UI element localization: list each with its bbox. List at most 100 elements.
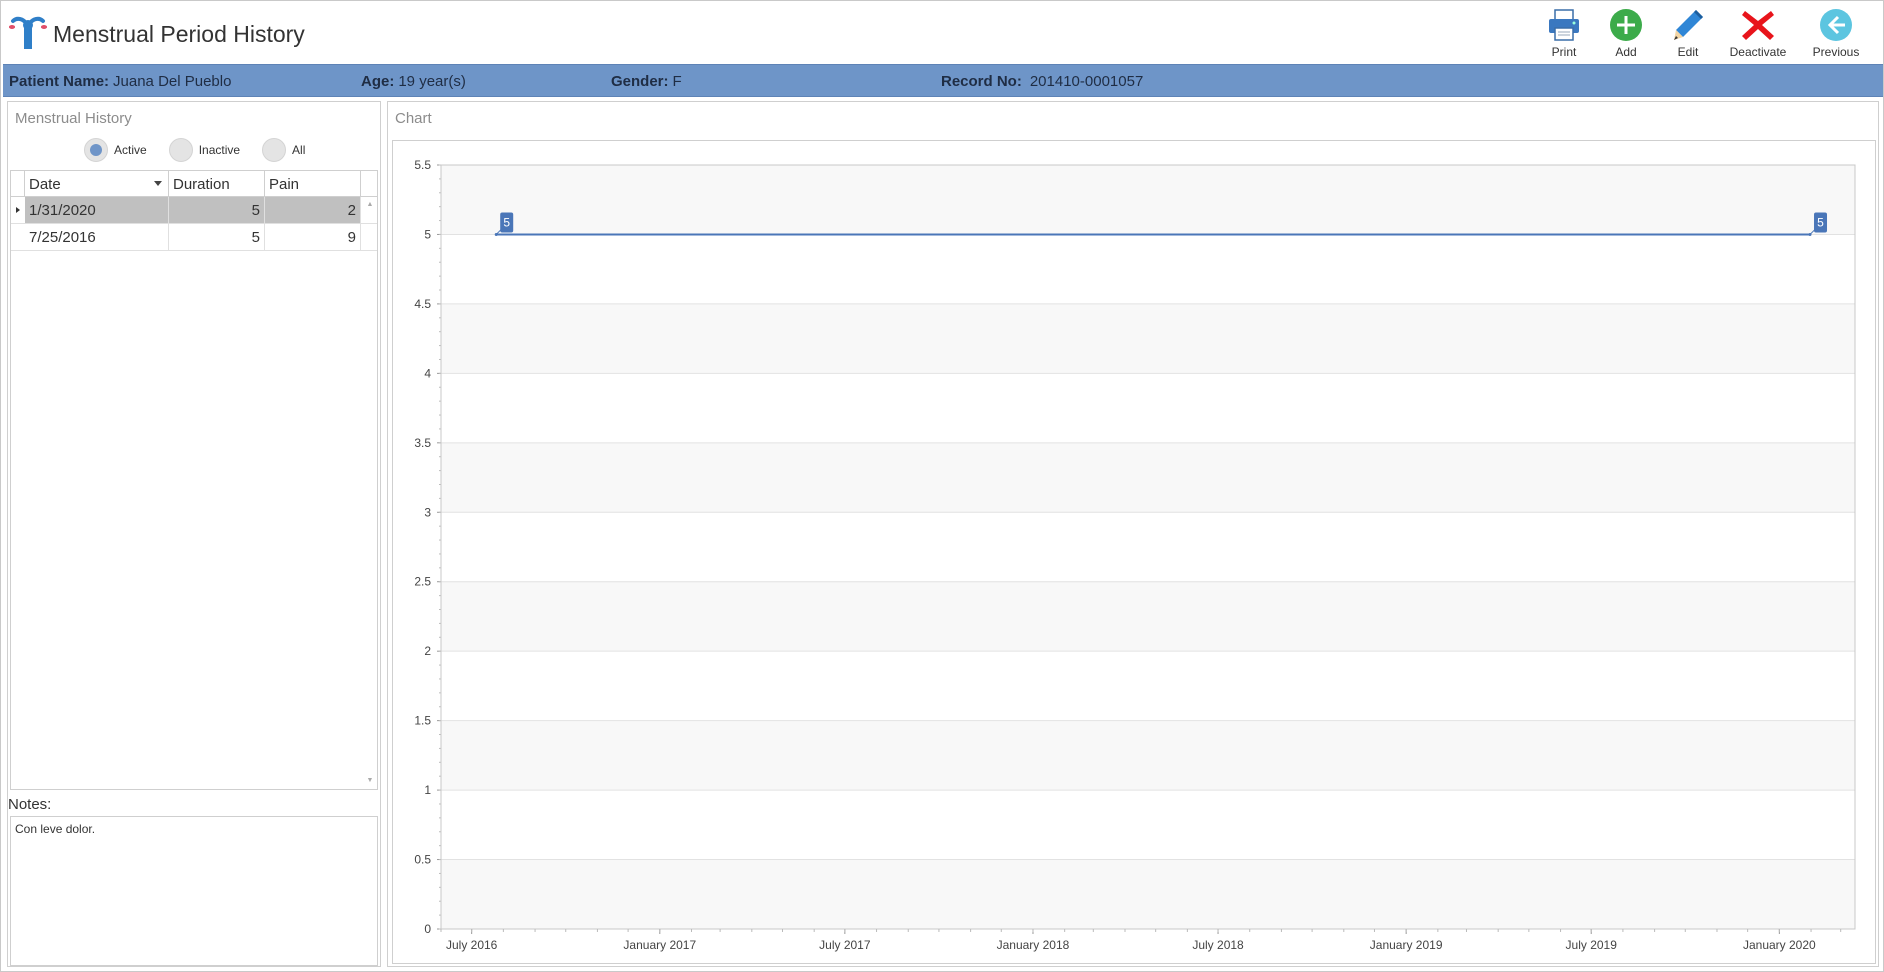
column-header-date-label: Date	[29, 176, 61, 193]
x-tick-label: January 2018	[997, 938, 1070, 952]
status-filter: Active Inactive All	[84, 138, 327, 162]
column-header-date[interactable]: Date	[25, 171, 169, 196]
cell-duration: 5	[169, 197, 265, 223]
y-tick-label: 3.5	[414, 436, 431, 450]
x-tick-label: January 2019	[1370, 938, 1443, 952]
chart-container: 0 0.5 1 1.5 2 2.5 3 3.5 4 4.5 5 5.5 July 2016 January…	[392, 140, 1876, 964]
deactivate-button[interactable]: Deactivate	[1719, 5, 1797, 61]
scroll-down-icon[interactable]: ▼	[365, 777, 375, 787]
print-button[interactable]: Print	[1533, 5, 1595, 61]
column-header-duration[interactable]: Duration	[169, 171, 265, 196]
plot-frame	[440, 164, 1856, 930]
patient-name-field: Patient Name: Juana Del Pueblo	[9, 73, 231, 90]
y-tick-label: 4.5	[414, 297, 431, 311]
pencil-icon	[1674, 10, 1703, 40]
filter-all-label: All	[292, 143, 306, 157]
patient-gender-value: F	[672, 73, 682, 90]
radio-selected-dot	[90, 144, 102, 156]
row-pointer-icon	[16, 207, 20, 213]
grid-band	[441, 165, 1855, 235]
y-tick-label: 1.5	[414, 714, 431, 728]
menstrual-history-title: Menstrual History	[15, 110, 132, 127]
scroll-up-icon[interactable]: ▲	[365, 201, 375, 211]
y-tick-label: 3	[424, 505, 431, 519]
radio-circle	[168, 138, 193, 162]
patient-age-label: Age:	[361, 73, 395, 90]
chart-panel: Chart 0 0.5 1 1.5 2 2.5 3 3.5 4 4.5 5 5.5 July 2016 J…	[387, 101, 1879, 967]
y-tick-label: 5.5	[414, 158, 431, 172]
grid-band	[441, 581, 1855, 652]
line-chart: 0 0.5 1 1.5 2 2.5 3 3.5 4 4.5 5 5.5 July 2016 January…	[414, 158, 1856, 952]
cell-date: 1/31/2020	[25, 197, 169, 223]
table-row[interactable]: 7/25/2016 5 9	[11, 224, 377, 251]
print-label: Print	[1551, 45, 1577, 59]
row-indicator-header	[11, 171, 25, 196]
table-header: Date Duration Pain	[11, 171, 377, 197]
grid-band	[441, 859, 1855, 929]
x-tick-label: July 2017	[819, 938, 871, 952]
back-arrow-icon	[1820, 9, 1852, 41]
record-number-label: Record No:	[941, 73, 1022, 90]
x-tick-label: July 2019	[1566, 938, 1618, 952]
notes-label: Notes:	[8, 796, 52, 813]
filter-inactive-label: Inactive	[198, 143, 241, 157]
y-tick-label: 4	[424, 366, 431, 380]
cell-pain: 2	[265, 197, 361, 223]
patient-name-value: Juana Del Pueblo	[113, 73, 232, 90]
row-indicator	[11, 197, 25, 223]
uterus-icon	[9, 16, 47, 49]
y-tick-label: 0.5	[414, 853, 431, 867]
x-tick-label: July 2016	[446, 938, 498, 952]
filter-all-radio[interactable]: All	[262, 138, 305, 162]
deactivate-label: Deactivate	[1729, 45, 1787, 59]
plus-circle-icon	[1610, 9, 1642, 41]
y-tick-label: 1	[424, 783, 431, 797]
notes-field[interactable]: Con leve dolor.	[10, 816, 378, 966]
filter-inactive-radio[interactable]: Inactive	[168, 138, 241, 162]
data-label: 5	[503, 215, 510, 229]
cell-pain: 9	[265, 224, 361, 250]
add-button[interactable]: Add	[1595, 5, 1657, 61]
app-window: Menstrual Period History Print Add Edit …	[0, 0, 1884, 972]
y-tick-label: 5	[424, 227, 431, 241]
previous-label: Previous	[1812, 45, 1860, 59]
menstrual-history-panel: Menstrual History Active Inactive All Da…	[7, 101, 381, 967]
grid-band	[441, 303, 1855, 374]
printer-icon	[1549, 9, 1579, 41]
filter-active-radio[interactable]: Active	[84, 138, 147, 162]
x-tick-label: July 2018	[1192, 938, 1244, 952]
x-tick-label: January 2020	[1743, 938, 1816, 952]
patient-gender-field: Gender: F	[611, 73, 682, 90]
record-number-field: Record No: 201410-0001057	[941, 73, 1143, 90]
cell-date: 7/25/2016	[25, 224, 169, 250]
page-title: Menstrual Period History	[53, 21, 305, 47]
x-tick-label: January 2017	[623, 938, 696, 952]
patient-name-label: Patient Name:	[9, 73, 110, 90]
data-label: 5	[1817, 215, 1824, 229]
patient-gender-label: Gender:	[611, 73, 669, 90]
y-tick-label: 0	[424, 922, 431, 936]
radio-circle	[262, 138, 287, 162]
chart-panel-title: Chart	[395, 110, 432, 127]
previous-button[interactable]: Previous	[1797, 5, 1875, 61]
row-indicator	[11, 224, 25, 250]
edit-label: Edit	[1677, 45, 1699, 59]
cell-duration: 5	[169, 224, 265, 250]
column-header-pain[interactable]: Pain	[265, 171, 361, 196]
edit-button[interactable]: Edit	[1657, 5, 1719, 61]
table-row[interactable]: 1/31/2020 5 2	[11, 197, 377, 224]
patient-age-value: 19 year(s)	[398, 73, 466, 90]
patient-age-field: Age: 19 year(s)	[361, 73, 466, 90]
y-tick-label: 2.5	[414, 575, 431, 589]
history-table: Date Duration Pain 1/31/2020 5 2 7/25/20…	[10, 170, 378, 790]
sort-descending-icon	[154, 181, 162, 186]
patient-info-bar: Patient Name: Juana Del Pueblo Age: 19 yea…	[3, 64, 1883, 97]
red-x-icon	[1742, 11, 1774, 40]
header: Menstrual Period History Print Add Edit …	[1, 1, 1883, 63]
record-number-value: 201410-0001057	[1029, 73, 1144, 90]
y-tick-label: 2	[424, 644, 431, 658]
grid-band	[441, 442, 1855, 513]
grid-band	[441, 720, 1855, 791]
filter-active-label: Active	[114, 143, 147, 157]
toolbar: Print Add Edit Deactivate Previous	[1533, 5, 1875, 61]
